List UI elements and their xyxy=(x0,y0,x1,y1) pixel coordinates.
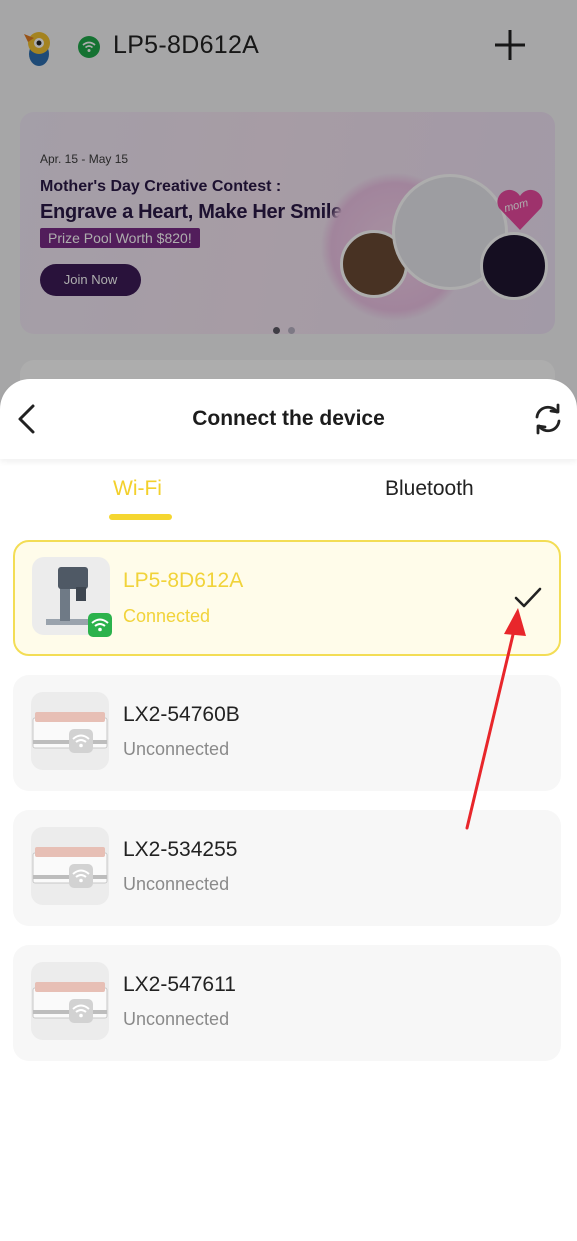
device-status: Unconnected xyxy=(123,739,230,759)
red-annotation-arrow-icon xyxy=(465,608,526,830)
device-name: LX2-534255 xyxy=(123,838,238,861)
device-name: LP5-8D612A xyxy=(123,569,244,592)
wifi-disconnected-icon xyxy=(69,729,93,753)
active-tab-indicator xyxy=(109,514,172,520)
wifi-disconnected-icon xyxy=(69,999,93,1023)
tab-bluetooth[interactable]: Bluetooth xyxy=(385,477,474,501)
device-status: Unconnected xyxy=(123,1009,230,1029)
modal-overlay[interactable] xyxy=(0,0,577,420)
refresh-icon[interactable] xyxy=(532,403,564,435)
device-status: Connected xyxy=(123,606,211,626)
device-name: LX2-54760B xyxy=(123,703,240,726)
device-item-lx2-547611[interactable]: LX2-547611 Unconnected xyxy=(13,945,561,1061)
device-status: Unconnected xyxy=(123,874,230,894)
wifi-connected-icon xyxy=(88,613,112,637)
device-name: LX2-547611 xyxy=(123,973,236,996)
sheet-header: Connect the device xyxy=(0,379,577,459)
wifi-disconnected-icon xyxy=(69,864,93,888)
page-title: Connect the device xyxy=(192,407,385,430)
tab-wifi[interactable]: Wi-Fi xyxy=(113,477,162,501)
